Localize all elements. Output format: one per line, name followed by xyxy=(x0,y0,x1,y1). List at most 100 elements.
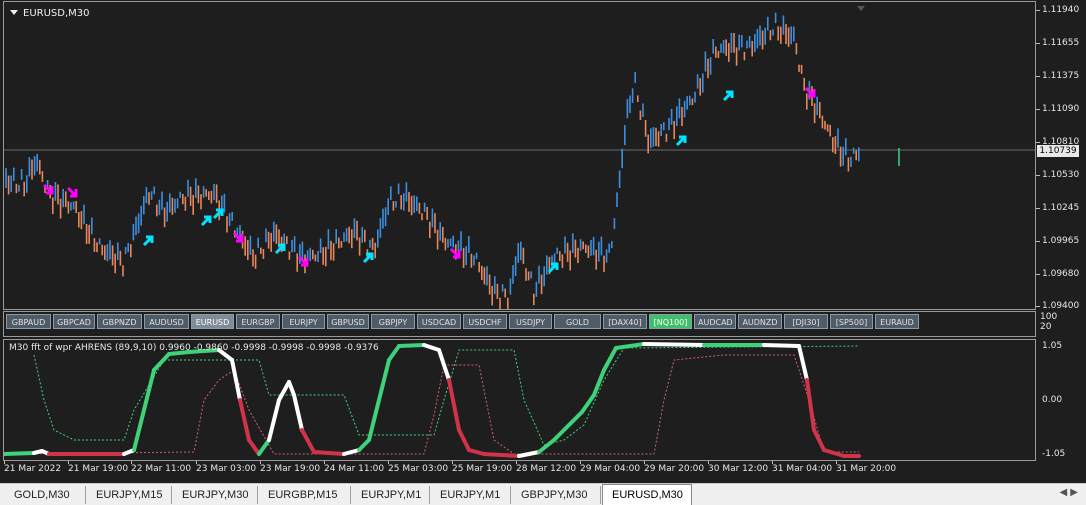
symbol-button-gbpaud[interactable]: GBPAUD xyxy=(6,314,51,329)
indicator-title: M30 fft of wpr AHRENS (89,9,10) 0.9960 -… xyxy=(9,343,379,353)
price-tick: 1.10530 xyxy=(1035,170,1080,180)
symbol-button-audcad[interactable]: AUDCAD xyxy=(694,314,736,329)
symbol-button-dji30[interactable]: [DJI30] xyxy=(784,314,828,329)
price-bars xyxy=(4,6,1035,309)
signal-line xyxy=(4,354,859,455)
sell-arrow-icon xyxy=(66,186,78,198)
time-tick: 29 Mar 20:00 xyxy=(644,461,705,474)
time-tick: 29 Mar 04:00 xyxy=(580,461,641,474)
time-tick: 23 Mar 03:00 xyxy=(196,461,257,474)
symbol-button-usdjpy[interactable]: USDJPY xyxy=(509,314,552,329)
symbol-button-gbpusd[interactable]: GBPUSD xyxy=(327,314,369,329)
time-tick: 22 Mar 11:00 xyxy=(131,461,192,474)
buy-arrow-icon xyxy=(200,215,212,227)
indicator-segment xyxy=(292,393,304,432)
buy-arrow-icon xyxy=(675,135,687,147)
symbol-button-gbpjpy[interactable]: GBPJPY xyxy=(371,314,415,329)
indicator-segment xyxy=(4,451,36,456)
chart-tab[interactable]: EURUSD,M30 xyxy=(602,484,692,505)
time-tick: 21 Mar 19:00 xyxy=(68,461,129,474)
indicator-segment xyxy=(762,343,801,348)
indicator-segment xyxy=(537,438,556,454)
chart-tab[interactable]: EURJPY,M30 xyxy=(173,486,258,504)
chart-tab[interactable]: EURJPY,M1 xyxy=(431,486,511,504)
chart-tab-bar: GOLD,M30 EURJPY,M15 EURJPY,M30 EURGBP,M15 EU… xyxy=(0,483,1086,505)
price-tick: 1.09965 xyxy=(1035,236,1080,246)
buy-arrow-icon xyxy=(722,90,734,102)
chart-tab[interactable]: GBPJPY,M30 xyxy=(512,486,601,504)
indicator-segment xyxy=(367,398,381,442)
indicator-segment xyxy=(277,380,291,402)
shift-marker-icon xyxy=(857,6,865,11)
indicator-segment xyxy=(357,438,371,452)
indicator-segment xyxy=(805,378,816,432)
time-tick: 24 Mar 11:00 xyxy=(324,461,385,474)
indicator-segment xyxy=(247,438,261,456)
indicator-segment xyxy=(397,343,426,348)
symbol-panel-axis: 100 20 xyxy=(1040,312,1057,332)
chart-tab[interactable]: EURGBP,M15 xyxy=(259,486,351,504)
price-chart[interactable]: EURUSD,M30 xyxy=(3,1,1036,310)
indicator-segment xyxy=(267,398,281,442)
symbol-button-audnzd[interactable]: AUDNZD xyxy=(738,314,782,329)
symbol-button-usdchf[interactable]: USDCHF xyxy=(463,314,507,329)
chart-tab[interactable]: EURJPY,M1 xyxy=(352,486,430,504)
indicator-segment xyxy=(602,346,618,372)
symbol-button-eurusd[interactable]: EURUSD xyxy=(191,314,234,329)
time-tick: 21 Mar 2022 xyxy=(4,461,62,474)
indicator-segment xyxy=(592,368,606,397)
chart-title: EURUSD,M30 xyxy=(10,8,89,19)
symbol-button-eurgbp[interactable]: EURGBP xyxy=(236,314,280,329)
symbol-button-sp500[interactable]: [SP500] xyxy=(830,314,873,329)
indicator-segment xyxy=(447,378,461,432)
buy-arrow-icon xyxy=(362,252,374,264)
indicator-segment xyxy=(812,428,826,452)
indicator-panel[interactable]: M30 fft of wpr AHRENS (89,9,10) 0.9960 -… xyxy=(3,339,1036,461)
price-tick: 1.11375 xyxy=(1035,71,1080,81)
indicator-segment xyxy=(457,428,471,452)
time-tick: 25 Mar 03:00 xyxy=(388,461,449,474)
buy-arrow-icon xyxy=(274,243,286,255)
indicator-segment xyxy=(230,358,242,402)
indicator-segment xyxy=(422,343,441,352)
symbol-button-gbpcad[interactable]: GBPCAD xyxy=(53,314,95,329)
time-axis: 21 Mar 2022 21 Mar 19:00 22 Mar 11:00 23 Ma… xyxy=(3,461,1036,476)
indicator-segment xyxy=(642,342,706,347)
chart-symbol-label: EURUSD,M30 xyxy=(23,8,90,19)
price-tick: 1.11090 xyxy=(1035,104,1080,114)
indicator-segment xyxy=(482,452,521,458)
indicator-lines xyxy=(4,342,861,458)
tab-scroll-arrows[interactable]: ◀ ▶ xyxy=(1059,487,1078,498)
price-tick: 1.09680 xyxy=(1035,269,1080,279)
indicator-segment xyxy=(312,450,346,456)
signal-line xyxy=(33,345,860,446)
current-price-label: 1.10739 xyxy=(1037,145,1079,157)
indicator-segment xyxy=(132,408,146,452)
indicator-segment xyxy=(342,448,361,456)
indicator-segment xyxy=(580,393,596,414)
axis-label-20: 20 xyxy=(1040,322,1052,332)
indicator-segment xyxy=(377,358,391,402)
symbol-button-row: GBPAUD GBPCAD GBPNZD AUDUSD EURUSD EURGBP EURJ… xyxy=(6,314,919,329)
symbol-button-dax40[interactable]: [DAX40] xyxy=(603,314,647,329)
symbol-button-audusd[interactable]: AUDUSD xyxy=(144,314,189,329)
dropdown-triangle-icon[interactable] xyxy=(10,10,18,15)
chart-tab[interactable]: EURJPY,M15 xyxy=(87,486,172,504)
symbol-button-gold[interactable]: GOLD xyxy=(554,314,601,329)
time-tick: 25 Mar 19:00 xyxy=(452,461,513,474)
indicator-segment xyxy=(152,352,171,372)
symbol-button-gbpnzd[interactable]: GBPNZD xyxy=(97,314,142,329)
indicator-segment xyxy=(387,344,401,362)
indicator-segment xyxy=(287,380,296,397)
indicator-segment xyxy=(300,428,316,454)
price-tick: 1.11655 xyxy=(1035,38,1080,48)
symbol-button-euraud[interactable]: EURAUD xyxy=(875,314,919,329)
chart-tab[interactable]: GOLD,M30 xyxy=(5,486,86,504)
symbol-button-nq100[interactable]: [NQ100] xyxy=(649,314,692,329)
symbol-button-eurjpy[interactable]: EURJPY xyxy=(282,314,325,329)
price-tick: 1.11940 xyxy=(1035,5,1080,15)
time-tick: 31 Mar 20:00 xyxy=(836,461,897,474)
price-tick: 1.10245 xyxy=(1035,203,1080,213)
symbol-button-usdcad[interactable]: USDCAD xyxy=(417,314,461,329)
time-tick: 28 Mar 12:00 xyxy=(516,461,577,474)
